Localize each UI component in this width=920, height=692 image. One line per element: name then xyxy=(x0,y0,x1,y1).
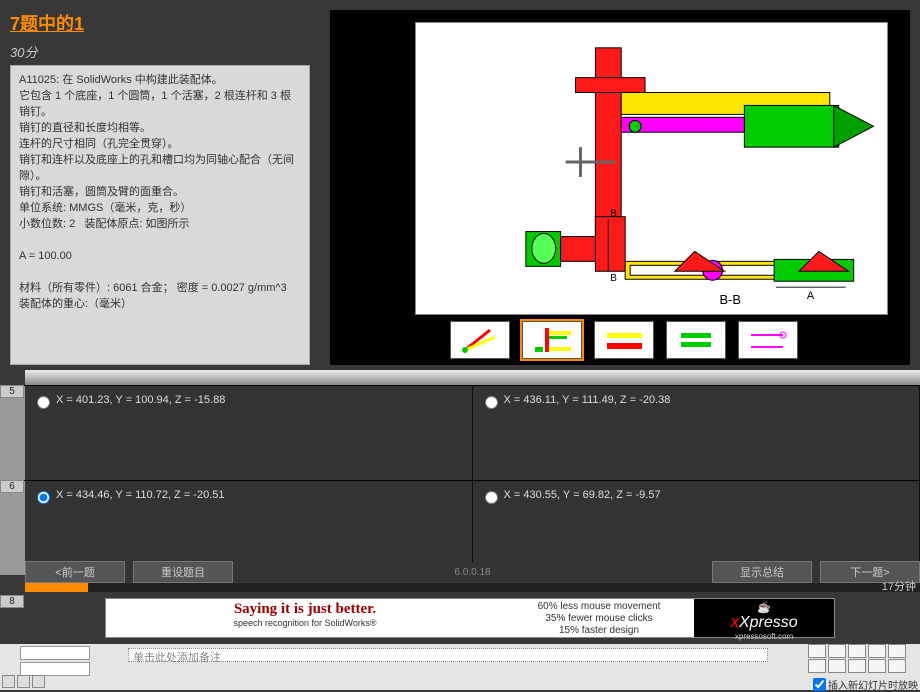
outline-box[interactable] xyxy=(20,646,90,660)
ruler-tick: 8 xyxy=(0,595,24,608)
ruler-horizontal xyxy=(25,370,920,385)
view-normal-icon[interactable] xyxy=(2,675,15,688)
svg-text:A: A xyxy=(807,290,815,302)
prev-button[interactable]: <前一题 xyxy=(25,561,125,583)
problem-text: A11025: 在 SolidWorks 中构建此装配体。它包含 1 个底座，1… xyxy=(10,65,310,365)
question-title: 7题中的1 xyxy=(10,10,316,36)
thumbnail-strip xyxy=(450,321,798,359)
timer-label: 17分钟 xyxy=(882,578,916,594)
powerpoint-chrome: 单击此处添加备注 插入新幻灯片时放映 xyxy=(0,644,920,690)
view-outline-icon[interactable] xyxy=(17,675,30,688)
thumbnail-4[interactable] xyxy=(666,321,726,359)
progress-track xyxy=(25,583,920,592)
main-diagram: B B B-B A xyxy=(415,22,888,315)
reset-button[interactable]: 重设题目 xyxy=(133,561,233,583)
section-label: B-B xyxy=(720,292,742,307)
thumbnail-3[interactable] xyxy=(594,321,654,359)
thumbnail-1[interactable] xyxy=(450,321,510,359)
version-label: 6.0.0.18 xyxy=(454,567,490,578)
ruler-tick: 5 xyxy=(0,385,24,398)
view-slideshow-icon[interactable] xyxy=(32,675,45,688)
thumbnail-2[interactable] xyxy=(522,321,582,359)
ad-url: xpressosoft.com xyxy=(694,632,834,641)
outline-box-2[interactable] xyxy=(20,662,90,676)
svg-text:B: B xyxy=(610,209,617,220)
ruler-tick: 6 xyxy=(0,480,24,493)
answer-option[interactable]: X = 436.11, Y = 111.49, Z = -20.38 xyxy=(473,386,920,480)
thumbnail-5[interactable] xyxy=(738,321,798,359)
bottom-toolbar: <前一题 重设题目 6.0.0.18 显示总结 下一题> xyxy=(25,562,920,582)
svg-text:B: B xyxy=(610,273,617,284)
ad-subhead: speech recognition for SolidWorks® xyxy=(106,618,504,628)
progress-bar xyxy=(25,583,88,592)
ad-banner[interactable]: Saying it is just better. speech recogni… xyxy=(105,598,835,638)
answer-option[interactable]: X = 401.23, Y = 100.94, Z = -15.88 xyxy=(25,386,473,480)
ad-headline: Saying it is just better. xyxy=(106,601,504,618)
answer-grid: X = 401.23, Y = 100.94, Z = -15.88X = 43… xyxy=(0,385,920,575)
image-viewer: B B B-B A xyxy=(330,10,910,365)
score-label: 30分 xyxy=(10,42,316,61)
summary-button[interactable]: 显示总结 xyxy=(712,561,812,583)
notes-input[interactable]: 单击此处添加备注 xyxy=(128,648,768,662)
